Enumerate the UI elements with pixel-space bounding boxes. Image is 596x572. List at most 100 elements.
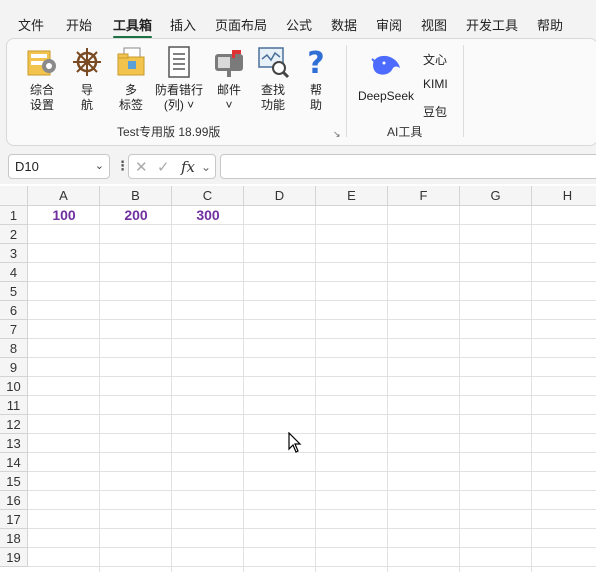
menu-help[interactable]: 帮助 — [537, 18, 563, 34]
column-header-h[interactable]: H — [532, 186, 596, 206]
row-highlight-label-1: 防看错行 — [154, 83, 203, 97]
row-header-12[interactable]: 12 — [0, 415, 28, 434]
row-header-6[interactable]: 6 — [0, 301, 28, 320]
row-header-13[interactable]: 13 — [0, 434, 28, 453]
row-header-5[interactable]: 5 — [0, 282, 28, 301]
menu-review[interactable]: 审阅 — [376, 18, 402, 34]
menu-developer[interactable]: 开发工具 — [466, 18, 518, 34]
cell-b1[interactable]: 200 — [100, 206, 172, 225]
menu-page-layout[interactable]: 页面布局 — [215, 18, 267, 34]
column-header-c[interactable]: C — [172, 186, 244, 206]
row-gridline — [28, 376, 596, 377]
row-header-4[interactable]: 4 — [0, 263, 28, 282]
formula-controls: ✕ ✓ fx ⌄ — [128, 154, 216, 179]
row-header-10[interactable]: 10 — [0, 377, 28, 396]
row-gridline — [28, 471, 596, 472]
svg-text:?: ? — [307, 46, 324, 79]
column-header-b[interactable]: B — [100, 186, 172, 206]
cell-c1[interactable]: 300 — [172, 206, 244, 225]
row-gridline — [28, 528, 596, 529]
name-box-value: D10 — [15, 159, 39, 174]
menu-file[interactable]: 文件 — [18, 18, 44, 34]
column-gridline — [315, 206, 316, 572]
doubao-button[interactable]: 豆包 — [423, 103, 447, 120]
row-header-1[interactable]: 1 — [0, 206, 28, 225]
row-header-2[interactable]: 2 — [0, 225, 28, 244]
column-gridline — [243, 206, 244, 572]
row-gridline — [28, 300, 596, 301]
multi-tab-label-1: 多 — [124, 83, 137, 97]
document-lines-icon — [162, 45, 196, 79]
ship-wheel-icon — [70, 45, 104, 79]
spreadsheet-grid[interactable]: ABCDEFGH 1 2 3 4 5 6 7 8 9 10 11 12 13 14 15 16 17 18 19 1… — [0, 186, 596, 572]
enter-icon[interactable]: ✓ — [157, 158, 170, 176]
multi-tab-button[interactable]: 多 标签 — [111, 45, 151, 113]
group-separator — [346, 45, 347, 137]
menu-toolbox[interactable]: 工具箱 — [113, 18, 153, 38]
formula-bar: D10 ⌄ ⋮ ✕ ✓ fx ⌄ — [0, 148, 596, 184]
mail-label-1: 邮件 — [216, 83, 241, 97]
mail-button[interactable]: 邮件 ˅ — [209, 45, 249, 113]
column-header-g[interactable]: G — [460, 186, 532, 206]
column-header-f[interactable]: F — [388, 186, 460, 206]
row-header-11[interactable]: 11 — [0, 396, 28, 415]
row-header-7[interactable]: 7 — [0, 320, 28, 339]
row-gridline — [28, 338, 596, 339]
formula-input[interactable] — [220, 154, 596, 179]
menu-formulas[interactable]: 公式 — [286, 18, 312, 34]
question-mark-icon: ? — [299, 45, 333, 81]
find-function-label-1: 查找 — [260, 83, 285, 97]
chevron-down-icon[interactable]: ⌄ — [95, 159, 104, 172]
group-separator-ai — [463, 45, 464, 137]
mailbox-icon — [212, 45, 246, 79]
row-highlight-button[interactable]: 防看错行 (列) ˅ — [151, 45, 207, 113]
settings-icon — [25, 45, 59, 79]
deepseek-button[interactable]: DeepSeek — [353, 45, 419, 104]
menu-data[interactable]: 数据 — [331, 18, 357, 34]
fx-chevron-icon[interactable]: ⌄ — [201, 160, 211, 174]
row-header-14[interactable]: 14 — [0, 453, 28, 472]
navigation-label-2: 航 — [80, 98, 93, 112]
deepseek-label: DeepSeek — [357, 89, 415, 103]
row-gridline — [28, 357, 596, 358]
help-button[interactable]: ? 帮 助 — [299, 45, 333, 113]
insert-function-button[interactable]: fx — [181, 158, 195, 176]
column-header-e[interactable]: E — [316, 186, 388, 206]
name-box[interactable]: D10 ⌄ — [8, 154, 110, 179]
cancel-icon[interactable]: ✕ — [135, 158, 148, 176]
row-header-9[interactable]: 9 — [0, 358, 28, 377]
column-header-a[interactable]: A — [28, 186, 100, 206]
navigation-button[interactable]: 导 航 — [69, 45, 105, 113]
menu-view[interactable]: 视图 — [421, 18, 447, 34]
find-function-label-2: 功能 — [260, 98, 285, 112]
menu-home[interactable]: 开始 — [66, 18, 92, 34]
row-gridline — [28, 414, 596, 415]
row-gridline — [28, 395, 596, 396]
settings-label-2: 设置 — [29, 98, 54, 112]
menu-insert[interactable]: 插入 — [170, 18, 196, 34]
wenxin-button[interactable]: 文心 — [423, 51, 447, 68]
row-gridline — [28, 433, 596, 434]
row-header-16[interactable]: 16 — [0, 491, 28, 510]
row-gridline — [28, 490, 596, 491]
settings-button[interactable]: 综合 设置 — [21, 45, 63, 113]
group-launcher-icon[interactable]: ↘ — [333, 129, 341, 140]
row-header-15[interactable]: 15 — [0, 472, 28, 491]
row-header-3[interactable]: 3 — [0, 244, 28, 263]
row-gridline — [28, 262, 596, 263]
row-header-19[interactable]: 19 — [0, 548, 28, 567]
row-gridline — [28, 319, 596, 320]
column-gridline — [99, 206, 100, 572]
menu-bar: 文件 开始 工具箱 插入 页面布局 公式 数据 审阅 视图 开发工具 帮助 — [0, 0, 596, 38]
column-gridline — [459, 206, 460, 572]
row-header-17[interactable]: 17 — [0, 510, 28, 529]
column-gridline — [171, 206, 172, 572]
cell-a1[interactable]: 100 — [28, 206, 100, 225]
kimi-button[interactable]: KIMI — [423, 77, 448, 91]
row-header-8[interactable]: 8 — [0, 339, 28, 358]
select-all-corner[interactable] — [0, 186, 28, 206]
column-header-d[interactable]: D — [244, 186, 316, 206]
monitor-search-icon — [256, 45, 290, 79]
find-function-button[interactable]: 查找 功能 — [253, 45, 293, 113]
row-header-18[interactable]: 18 — [0, 529, 28, 548]
